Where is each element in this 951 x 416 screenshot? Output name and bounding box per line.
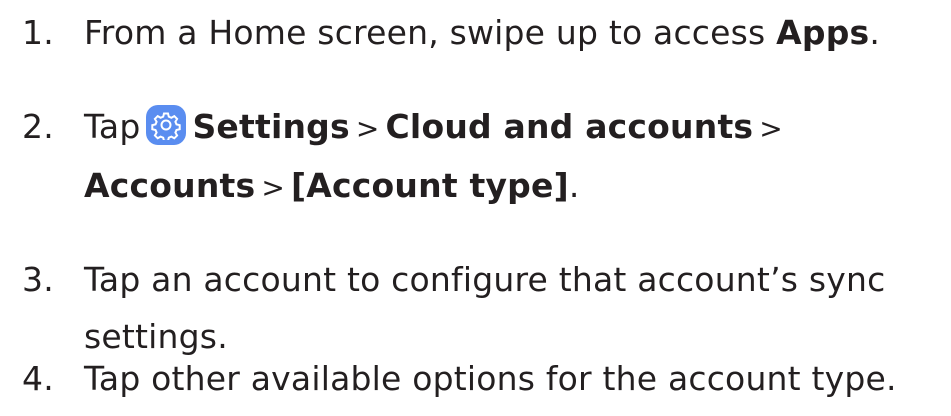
step-line-2: Accounts > [Account type]. — [84, 157, 789, 216]
chevron-separator: > — [261, 171, 286, 204]
chevron-separator: > — [355, 112, 380, 145]
step-number: 1. — [22, 13, 54, 52]
tap-word: Tap — [84, 107, 141, 146]
step-text: Tap other available options for the acco… — [84, 359, 897, 398]
step-number: 4. — [22, 359, 54, 398]
cloud-accounts-label: Cloud and accounts — [385, 107, 754, 146]
step-period: . — [869, 13, 881, 52]
step-text-plain: From a Home screen, swipe up to access — [84, 13, 777, 52]
step-text: Tap an account to configure that account… — [84, 251, 885, 365]
step-line-1: Tap an account to configure that account… — [84, 260, 886, 299]
step-number: 2. — [22, 107, 54, 146]
settings-label: Settings — [192, 107, 350, 146]
step-text: Tap Settings > Cloud and accounts > Accounts… — [84, 98, 789, 216]
apps-label: Apps — [776, 13, 870, 52]
step-period: . — [568, 166, 580, 205]
step-number: 3. — [22, 260, 54, 299]
account-type-label: [Account type] — [291, 166, 569, 205]
accounts-label: Accounts — [84, 166, 256, 205]
step-text: From a Home screen, swipe up to access A… — [84, 4, 880, 61]
chevron-separator: > — [759, 112, 783, 145]
step-line-1: Tap Settings > Cloud and accounts > — [84, 98, 789, 157]
settings-gear-icon — [146, 105, 187, 145]
